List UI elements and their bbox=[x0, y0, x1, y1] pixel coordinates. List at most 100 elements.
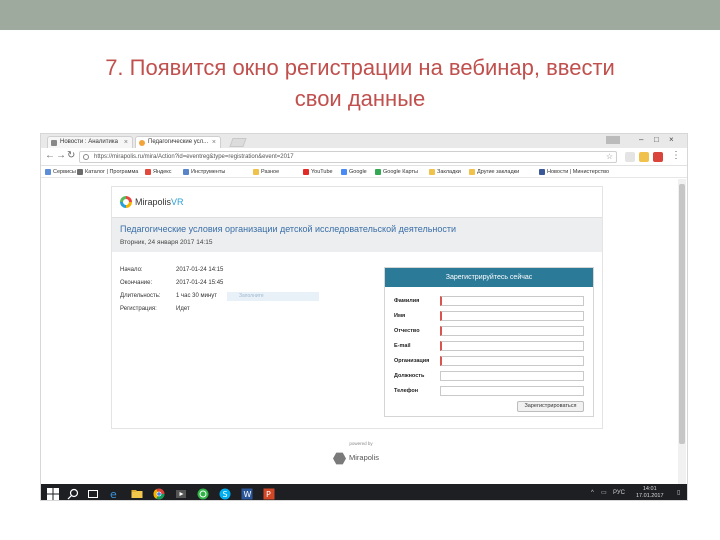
slide-title-line-1: 7. Появится окно регистрации на вебинар,… bbox=[105, 55, 615, 80]
first-name-field[interactable] bbox=[440, 311, 584, 321]
address-text: https://mirapolis.ru/mira/Action?id=even… bbox=[94, 154, 294, 160]
form-row-surname: Фамилия bbox=[394, 296, 584, 306]
detail-key: Длительность: bbox=[120, 293, 161, 299]
organization-field[interactable] bbox=[440, 356, 584, 366]
tray-chevron-icon[interactable]: ^ bbox=[591, 488, 594, 498]
slide: 7. Появится окно регистрации на вебинар,… bbox=[0, 0, 720, 540]
form-row-position: Должность bbox=[394, 371, 584, 381]
field-label: Имя bbox=[394, 313, 406, 319]
mirapolis-hex-icon bbox=[333, 452, 346, 465]
registration-header: Зарегистрируйтесь сейчас bbox=[385, 268, 593, 287]
detail-value: 2017-01-24 14:15 bbox=[176, 267, 224, 273]
new-tab-button[interactable] bbox=[229, 138, 247, 147]
bookmark-item[interactable]: Инструменты bbox=[183, 168, 225, 176]
close-icon[interactable]: × bbox=[124, 137, 128, 148]
bookmark-item[interactable]: YouTube bbox=[303, 168, 333, 176]
maximize-icon[interactable]: □ bbox=[654, 135, 659, 144]
extension-icon[interactable] bbox=[653, 152, 663, 162]
placeholder-hint: Заполните bbox=[227, 292, 319, 301]
file-explorer-icon[interactable] bbox=[131, 487, 143, 499]
powered-by-text: powered by bbox=[349, 441, 373, 446]
apps-icon bbox=[45, 169, 51, 175]
bookmark-star-icon[interactable]: ☆ bbox=[606, 152, 613, 162]
surname-field[interactable] bbox=[440, 296, 584, 306]
chrome-icon[interactable] bbox=[153, 487, 165, 500]
forward-icon[interactable]: → bbox=[56, 150, 66, 162]
bookmark-item[interactable]: Разное bbox=[253, 168, 279, 176]
bookmark-item[interactable]: Яндекс bbox=[145, 168, 172, 176]
bookmark-item[interactable]: Google bbox=[341, 168, 367, 176]
info-icon[interactable] bbox=[83, 154, 89, 160]
powerpoint-icon[interactable]: P bbox=[263, 487, 275, 500]
form-row-name: Имя bbox=[394, 311, 584, 321]
extension-icon[interactable] bbox=[625, 152, 635, 162]
google-icon bbox=[341, 169, 347, 175]
menu-icon[interactable]: ⋮ bbox=[671, 150, 681, 162]
word-icon[interactable]: W bbox=[241, 487, 253, 500]
slide-title-line-2: свои данные bbox=[294, 86, 426, 111]
bookmark-item[interactable]: Другие закладки bbox=[469, 168, 519, 176]
bookmark-icon bbox=[77, 169, 83, 175]
folder-icon bbox=[469, 169, 475, 175]
close-icon[interactable]: × bbox=[212, 137, 216, 148]
back-icon[interactable]: ← bbox=[45, 150, 55, 162]
event-header: Педагогические условия организации детск… bbox=[112, 217, 602, 252]
network-icon[interactable]: ▭ bbox=[601, 488, 607, 498]
media-player-icon[interactable] bbox=[175, 487, 187, 499]
svg-text:P: P bbox=[266, 490, 271, 499]
field-label: Организация bbox=[394, 358, 430, 364]
yandex-icon bbox=[145, 169, 151, 175]
reload-icon[interactable]: ↻ bbox=[67, 150, 75, 162]
email-field[interactable] bbox=[440, 341, 584, 351]
bookmark-item[interactable]: Google Карты bbox=[375, 168, 418, 176]
scrollbar-thumb[interactable] bbox=[679, 184, 685, 444]
field-label: Должность bbox=[394, 373, 425, 379]
clock-date: 17.01.2017 bbox=[636, 493, 664, 499]
event-title: Педагогические условия организации детск… bbox=[120, 224, 457, 234]
whatsapp-icon[interactable] bbox=[197, 487, 209, 500]
bookmark-item[interactable]: Сервисы bbox=[45, 168, 76, 176]
bookmark-item[interactable]: Каталог | Программа bbox=[77, 168, 138, 176]
notifications-icon[interactable]: ▯ bbox=[677, 488, 680, 498]
event-date: Вторник, 24 января 2017 14:15 bbox=[120, 239, 213, 246]
youtube-icon bbox=[303, 169, 309, 175]
close-window-icon[interactable]: × bbox=[669, 135, 674, 144]
field-label: E-mail bbox=[394, 343, 411, 349]
extension-icon[interactable] bbox=[639, 152, 649, 162]
page-footer: powered by Mirapolis bbox=[311, 441, 411, 466]
form-row-patronymic: Отчество bbox=[394, 326, 584, 336]
tab-label: Педагогические усл... bbox=[148, 139, 209, 145]
profile-icon[interactable] bbox=[606, 136, 620, 144]
tab-webinar[interactable]: Педагогические усл... × bbox=[135, 136, 221, 148]
tab-news[interactable]: Новости : Аналитика × bbox=[47, 136, 133, 148]
detail-value: 2017-01-24 15:45 bbox=[176, 280, 224, 286]
minimize-icon[interactable]: – bbox=[639, 135, 643, 144]
bookmark-item[interactable]: Новости | Министерство bbox=[539, 168, 609, 176]
maps-icon bbox=[375, 169, 381, 175]
mirapolis-favicon-icon bbox=[139, 140, 145, 146]
patronymic-field[interactable] bbox=[440, 326, 584, 336]
form-row-email: E-mail bbox=[394, 341, 584, 351]
detail-key: Регистрация: bbox=[120, 306, 157, 312]
bookmark-item[interactable]: Закладки bbox=[429, 168, 461, 176]
search-icon[interactable] bbox=[67, 487, 79, 500]
system-clock[interactable]: 14:01 17.01.2017 bbox=[636, 486, 664, 500]
task-view-icon[interactable] bbox=[87, 487, 99, 499]
footer-brand: Mirapolis bbox=[349, 453, 380, 462]
position-field[interactable] bbox=[440, 371, 584, 381]
field-label: Фамилия bbox=[394, 298, 420, 304]
folder-icon bbox=[253, 169, 259, 175]
footer-logo: Mirapolis bbox=[333, 452, 389, 466]
lang-indicator[interactable]: РУС bbox=[613, 488, 625, 498]
bookmark-icon bbox=[539, 169, 545, 175]
edge-icon[interactable]: e bbox=[109, 487, 121, 500]
bookmark-icon bbox=[183, 169, 189, 175]
detail-value: Идет bbox=[176, 306, 190, 312]
skype-icon[interactable]: S bbox=[219, 487, 231, 500]
windows-start-icon[interactable] bbox=[47, 487, 59, 500]
address-bar[interactable]: https://mirapolis.ru/mira/Action?id=even… bbox=[79, 151, 617, 163]
register-button[interactable]: Зарегистрироваться bbox=[517, 401, 584, 412]
phone-field[interactable] bbox=[440, 386, 584, 396]
detail-key: Окончание: bbox=[120, 280, 153, 286]
bookmarks-bar: Сервисы Каталог | Программа Яндекс Инстр… bbox=[41, 166, 687, 178]
